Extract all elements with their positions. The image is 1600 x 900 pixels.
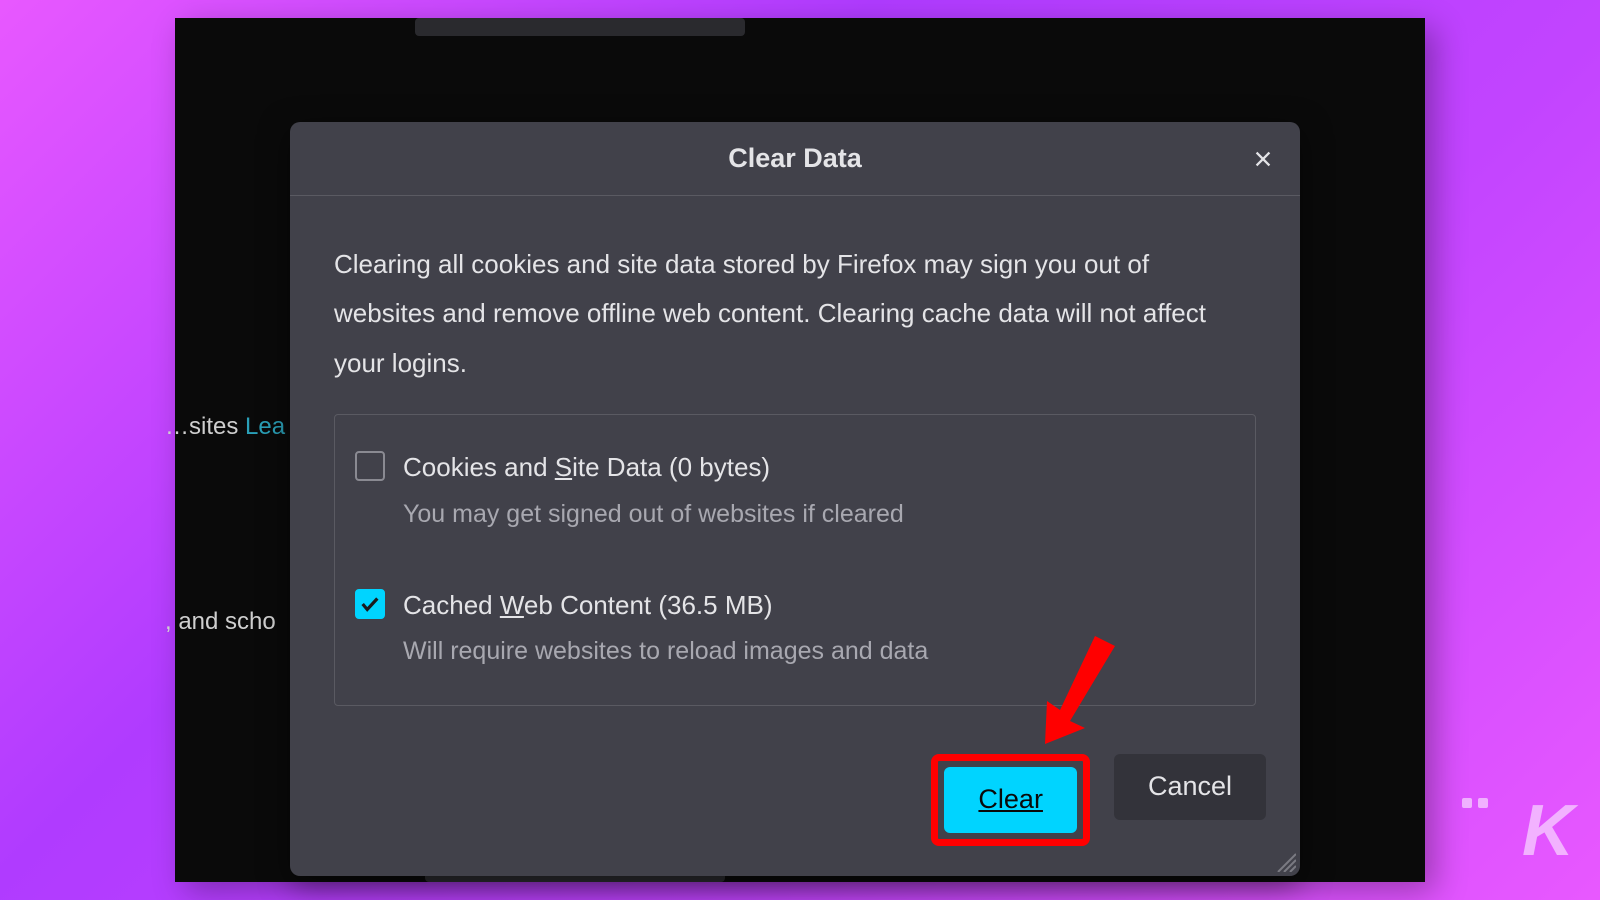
option-cached-web-content[interactable]: Cached Web Content (36.5 MB) Will requir… bbox=[355, 583, 1235, 675]
options-group: Cookies and Site Data (0 bytes) You may … bbox=[334, 414, 1256, 706]
backdrop-text-scheme: , and scho bbox=[165, 608, 276, 636]
watermark: K bbox=[1522, 790, 1572, 872]
dialog-title: Clear Data bbox=[728, 143, 862, 174]
close-button[interactable] bbox=[1244, 140, 1282, 178]
close-icon bbox=[1252, 148, 1274, 170]
learn-more-link[interactable]: Lea bbox=[245, 413, 285, 440]
checkbox-cookies[interactable] bbox=[355, 451, 385, 481]
option-sub-cookies: You may get signed out of websites if cl… bbox=[403, 496, 1235, 534]
watermark-dots bbox=[1462, 798, 1488, 808]
cancel-button[interactable]: Cancel bbox=[1114, 754, 1266, 820]
backdrop-text-sites: …sites Lea bbox=[165, 413, 285, 441]
dialog-description: Clearing all cookies and site data store… bbox=[334, 240, 1256, 388]
option-cookies-site-data[interactable]: Cookies and Site Data (0 bytes) You may … bbox=[355, 445, 1235, 537]
option-label-cache: Cached Web Content (36.5 MB) bbox=[403, 587, 1235, 623]
clear-button[interactable]: Clear bbox=[944, 767, 1077, 833]
checkbox-cache[interactable] bbox=[355, 589, 385, 619]
dialog-body: Clearing all cookies and site data store… bbox=[290, 196, 1300, 736]
option-sub-cache: Will require websites to reload images a… bbox=[403, 633, 1235, 671]
clear-data-dialog: Clear Data Clearing all cookies and site… bbox=[290, 122, 1300, 876]
option-label-cookies: Cookies and Site Data (0 bytes) bbox=[403, 449, 1235, 485]
dialog-header: Clear Data bbox=[290, 122, 1300, 196]
dialog-footer: Clear Cancel bbox=[290, 736, 1300, 876]
annotation-highlight: Clear bbox=[931, 754, 1090, 846]
backdrop-pill-top bbox=[415, 18, 745, 36]
checkmark-icon bbox=[359, 593, 381, 615]
